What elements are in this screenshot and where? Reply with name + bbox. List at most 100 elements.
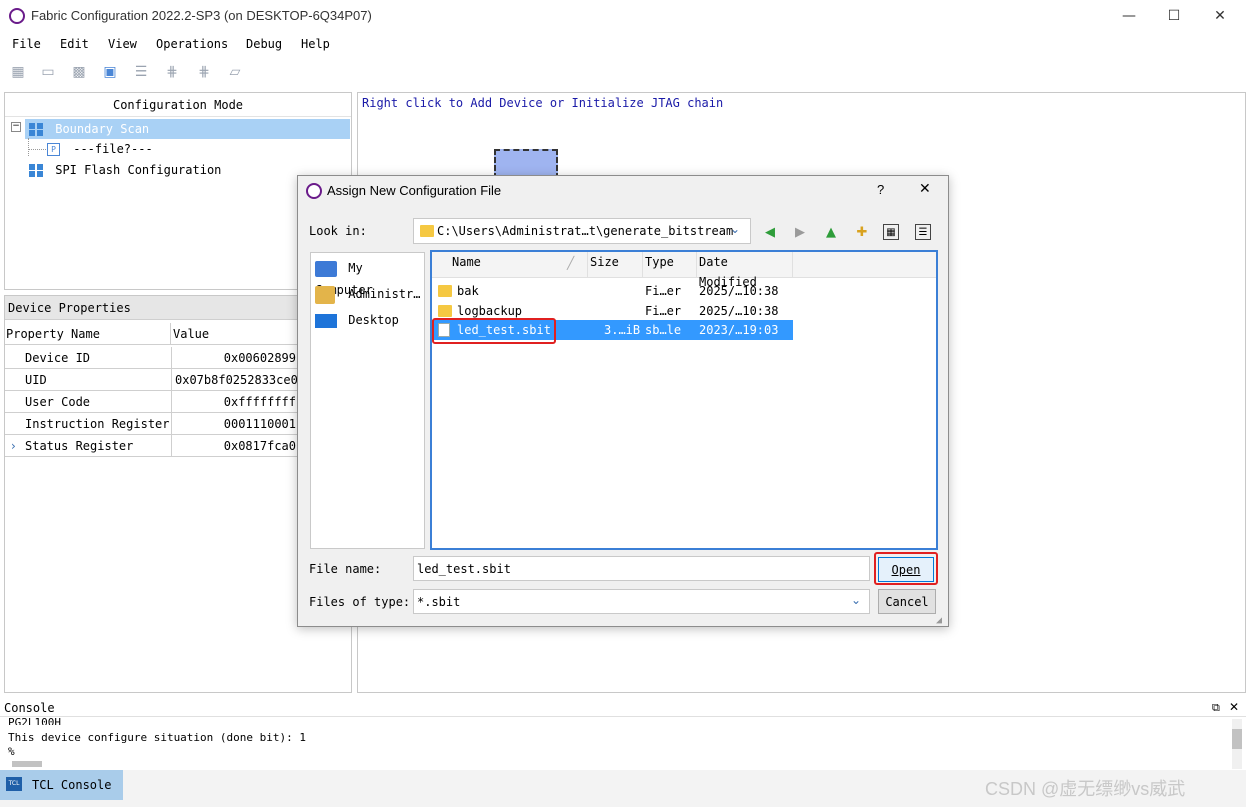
property-name: User Code <box>25 395 91 409</box>
icon-view-icon[interactable]: ▦ <box>883 224 899 240</box>
app-icon <box>9 8 25 24</box>
toolbar: ▦ ▭ ▩ ▣ ☰ ⋕ ⋕ ▱ <box>0 58 1246 88</box>
menu-help[interactable]: Help <box>301 37 330 51</box>
chip-scan-icon[interactable]: ▦ <box>9 64 27 80</box>
place-label: Administr… <box>348 287 421 301</box>
property-value: 0xffffffff <box>171 391 296 413</box>
expand-chevron-icon[interactable]: › <box>11 435 16 457</box>
console-title: Console <box>4 701 55 715</box>
dialog-close-button[interactable]: ✕ <box>919 181 931 197</box>
tree-item-label: ---file?--- <box>73 142 153 156</box>
menu-file[interactable]: File <box>12 37 41 51</box>
tree-item-label: SPI Flash Configuration <box>55 163 222 177</box>
resize-grip[interactable]: ◢ <box>936 615 942 626</box>
highlight-box-open <box>874 552 938 585</box>
column-header-type[interactable]: Type <box>643 252 697 278</box>
file-name-input[interactable]: led_test.sbit <box>413 556 870 581</box>
tab-label: TCL Console <box>32 778 112 792</box>
minimize-button[interactable]: — <box>1106 0 1152 32</box>
file-type-dropdown[interactable]: *.sbit ⌄ <box>413 589 870 614</box>
console-line: PG2L100H <box>8 716 61 725</box>
window-title: Fabric Configuration 2022.2-SP3 (on DESK… <box>31 8 372 23</box>
menu-operations[interactable]: Operations <box>156 37 228 51</box>
file-size: 3.…iB <box>604 323 641 337</box>
bottom-tab-bar: TCL TCL Console CSDN @虚无缥缈vs威武 <box>0 770 1246 807</box>
forward-icon[interactable]: ▶ <box>790 222 810 242</box>
look-in-label: Look in: <box>309 224 367 238</box>
property-value: 0x00602899 <box>171 347 296 369</box>
menu-edit[interactable]: Edit <box>60 37 89 51</box>
folder-icon <box>420 225 434 237</box>
tab-tcl-console[interactable]: TCL TCL Console <box>0 770 123 800</box>
spi-flash-icon <box>29 164 43 177</box>
network-alt-icon[interactable]: ⋕ <box>195 64 213 80</box>
column-header-size[interactable]: Size <box>588 252 643 278</box>
file-date: 2025/…10:38 <box>699 304 779 318</box>
property-value: 0x07b8f0252833ce0e <box>171 369 301 391</box>
console-line: This device configure situation (done bi… <box>8 731 307 744</box>
cancel-button[interactable]: Cancel <box>878 589 936 614</box>
console-close-icon[interactable]: ✕ <box>1229 700 1239 714</box>
chevron-down-icon[interactable]: ⌄ <box>730 222 740 236</box>
list-icon[interactable]: ☰ <box>132 64 150 80</box>
cpu-icon[interactable]: ▣ <box>101 64 119 80</box>
tree-item-label: Boundary Scan <box>55 122 150 136</box>
folder-icon <box>438 305 452 317</box>
new-folder-icon[interactable]: ✚ <box>852 222 872 242</box>
configuration-mode-header: Configuration Mode <box>5 93 351 117</box>
sort-indicator-icon: ╱ <box>567 256 575 270</box>
tcl-icon: TCL <box>6 777 22 791</box>
list-item[interactable]: bak Fi…er 2025/…10:38 <box>432 281 793 301</box>
file-type-label: Files of type: <box>309 595 411 609</box>
close-button[interactable]: ✕ <box>1197 0 1243 32</box>
property-name: Status Register <box>25 439 134 453</box>
monitor-icon[interactable]: ▭ <box>39 64 57 80</box>
console-hscroll-thumb[interactable] <box>12 761 42 767</box>
menu-bar: File Edit View Operations Debug Help <box>0 32 1246 56</box>
maximize-button[interactable]: ☐ <box>1151 0 1197 32</box>
look-in-dropdown[interactable]: C:\Users\Administrat…t\generate_bitstrea… <box>413 218 751 244</box>
file-list: Name ╱ Size Type Date Modified bak Fi…er… <box>430 250 938 550</box>
tree-item-file[interactable]: P ---file?--- <box>47 139 247 159</box>
boundary-scan-icon <box>29 123 43 136</box>
column-header-property-name[interactable]: Property Name <box>5 323 171 345</box>
file-date: 2023/…19:03 <box>699 323 779 337</box>
chevron-down-icon[interactable]: ⌄ <box>851 593 861 607</box>
network-icon[interactable]: ⋕ <box>163 64 181 80</box>
place-desktop[interactable]: Desktop <box>315 309 399 331</box>
title-bar: Fabric Configuration 2022.2-SP3 (on DESK… <box>0 0 1246 32</box>
tree-item-spi-flash[interactable]: SPI Flash Configuration <box>25 160 325 180</box>
console-line: % <box>8 745 15 758</box>
assign-config-file-dialog: Assign New Configuration File ? ✕ Look i… <box>297 175 949 627</box>
property-value: 0001110001 <box>171 413 296 435</box>
property-value: 0x0817fca0 <box>171 435 296 457</box>
column-header-date[interactable]: Date Modified <box>697 252 793 289</box>
file-type: Fi…er <box>645 304 682 318</box>
property-name: Device ID <box>25 351 91 365</box>
eraser-icon[interactable]: ▱ <box>226 64 244 80</box>
place-my-computer[interactable]: My Computer <box>315 257 424 297</box>
collapse-toggle-icon[interactable]: − <box>11 122 21 132</box>
column-header-name[interactable]: Name <box>432 252 588 278</box>
back-icon[interactable]: ◀ <box>760 222 780 242</box>
canvas-hint: Right click to Add Device or Initialize … <box>362 96 724 110</box>
file-name-label: File name: <box>309 562 382 576</box>
detail-view-icon[interactable]: ☰ <box>915 224 931 240</box>
restore-icon[interactable]: ⧉ <box>1212 701 1220 715</box>
file-type-value: *.sbit <box>417 595 461 609</box>
menu-debug[interactable]: Debug <box>246 37 282 51</box>
computer-icon <box>315 260 337 277</box>
file-chip-icon: P <box>47 143 60 156</box>
place-administrator[interactable]: Administr… <box>315 283 420 305</box>
desktop-icon <box>315 313 337 328</box>
tree-item-boundary-scan[interactable]: Boundary Scan <box>25 119 350 139</box>
console-panel: Console ⧉ ✕ PG2L100H This device configu… <box>0 699 1246 770</box>
user-folder-icon <box>315 285 335 304</box>
places-sidebar: My Computer Administr… Desktop <box>310 252 425 549</box>
help-button[interactable]: ? <box>877 182 884 197</box>
property-name: Instruction Register <box>25 417 170 431</box>
console-scrollbar[interactable] <box>1232 719 1242 769</box>
menu-view[interactable]: View <box>108 37 137 51</box>
up-folder-icon[interactable]: ▲ <box>821 222 841 242</box>
grid-icon[interactable]: ▩ <box>70 64 88 80</box>
